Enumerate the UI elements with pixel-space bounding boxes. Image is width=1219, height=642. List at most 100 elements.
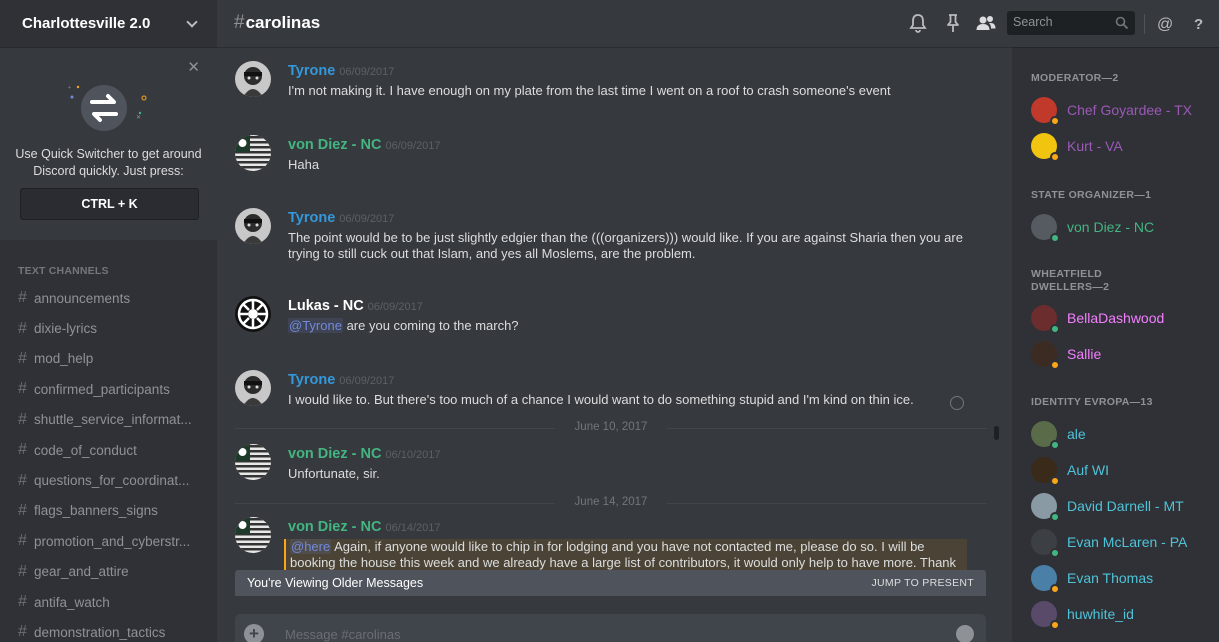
date-label: June 10, 2017 xyxy=(564,421,658,433)
channel-item-name: flags_banners_signs xyxy=(34,503,158,519)
member-avatar xyxy=(1031,305,1060,334)
member-item[interactable]: David Darnell - MT xyxy=(1031,491,1216,522)
channel-item[interactable]: # shuttle_service_informat... xyxy=(10,405,210,435)
member-name: Chef Goyardee - TX xyxy=(1067,102,1193,118)
message-author[interactable]: von Diez - NC xyxy=(288,446,381,462)
member-item[interactable]: Chef Goyardee - TX xyxy=(1031,95,1216,126)
status-indicator xyxy=(1050,584,1060,594)
channel-item[interactable]: # announcements xyxy=(10,283,210,313)
avatar[interactable] xyxy=(235,61,271,97)
mention[interactable]: @Tyrone xyxy=(288,318,343,333)
message-content: The point would be to be just slightly e… xyxy=(288,230,978,261)
help-icon[interactable]: ? xyxy=(1188,12,1210,34)
member-item[interactable]: Evan McLaren - PA xyxy=(1031,527,1216,558)
hash-icon: # xyxy=(234,12,245,33)
server-header[interactable]: Charlottesville 2.0 xyxy=(0,0,217,47)
channel-item-name: code_of_conduct xyxy=(34,442,137,458)
chevron-down-icon[interactable] xyxy=(185,17,199,31)
channel-item[interactable]: # antifa_watch xyxy=(10,587,210,617)
header-divider xyxy=(1144,14,1145,34)
message-timestamp: 06/09/2017 xyxy=(339,375,395,387)
message-author[interactable]: Tyrone xyxy=(288,372,335,388)
member-item[interactable]: Evan Thomas xyxy=(1031,563,1216,594)
date-divider: June 10, 2017 xyxy=(235,421,987,435)
bell-icon[interactable] xyxy=(907,12,929,34)
add-attachment-icon[interactable]: + xyxy=(244,624,264,642)
member-item[interactable]: BellaDashwood xyxy=(1031,303,1216,334)
members-icon[interactable] xyxy=(975,12,997,34)
svg-text:@: @ xyxy=(1157,16,1173,33)
member-name: huwhite_id xyxy=(1067,606,1134,622)
channel-list: # announcements # dixie-lyrics # mod_help # con… xyxy=(10,283,210,642)
member-item[interactable]: Kurt - VA xyxy=(1031,131,1216,162)
member-name: David Darnell - MT xyxy=(1067,498,1184,514)
channel-item[interactable]: # code_of_conduct xyxy=(10,435,210,465)
status-indicator xyxy=(1050,116,1060,126)
message-input[interactable]: Message #carolinas xyxy=(285,627,401,642)
search-placeholder: Search xyxy=(1013,15,1053,29)
message-scrollbar[interactable] xyxy=(991,50,999,570)
channel-item[interactable]: # dixie-lyrics xyxy=(10,313,210,343)
message-author[interactable]: Lukas - NC xyxy=(288,298,364,314)
channel-item[interactable]: # promotion_and_cyberstr... xyxy=(10,526,210,556)
channel-item[interactable]: # questions_for_coordinat... xyxy=(10,465,210,495)
channel-item-name: questions_for_coordinat... xyxy=(34,473,190,489)
channel-item[interactable]: # flags_banners_signs xyxy=(10,496,210,526)
member-avatar xyxy=(1031,341,1060,370)
svg-text:+: + xyxy=(68,85,71,91)
jump-to-present-button[interactable]: JUMP TO PRESENT xyxy=(871,577,974,589)
message-author[interactable]: von Diez - NC xyxy=(288,137,381,153)
channel-item[interactable]: # mod_help xyxy=(10,344,210,374)
message-text: Again, if anyone would like to chip in f… xyxy=(290,539,957,572)
date-divider-text: June 10, 2017 xyxy=(235,421,987,433)
pin-icon[interactable] xyxy=(942,12,964,34)
message-content: I'm not making it. I have enough on my p… xyxy=(288,83,978,99)
member-item[interactable]: huwhite_id xyxy=(1031,599,1216,630)
search-input[interactable]: Search xyxy=(1007,11,1135,35)
member-item[interactable]: Sallie xyxy=(1031,339,1216,370)
status-indicator xyxy=(1050,476,1060,486)
role-header: STATE ORGANIZER—1 xyxy=(1031,189,1152,201)
member-avatar xyxy=(1031,457,1060,486)
member-name: Kurt - VA xyxy=(1067,138,1123,154)
message-text: The point would be to be just slightly e… xyxy=(288,230,963,261)
member-item[interactable]: ale xyxy=(1031,419,1216,450)
role-header: IDENTITY EVROPA—13 xyxy=(1031,396,1153,408)
channel-item-name: mod_help xyxy=(34,351,94,367)
svg-text:✕: ✕ xyxy=(136,115,141,121)
add-reaction-icon[interactable] xyxy=(950,396,964,410)
hash-icon: # xyxy=(18,562,27,580)
avatar[interactable] xyxy=(235,370,271,406)
channel-item[interactable]: # demonstration_tactics xyxy=(10,617,210,642)
scroll-thumb[interactable] xyxy=(994,426,999,440)
avatar[interactable] xyxy=(235,517,271,553)
message-author[interactable]: Tyrone xyxy=(288,63,335,79)
member-name: ale xyxy=(1067,426,1086,442)
member-item[interactable]: Auf WI xyxy=(1031,455,1216,486)
avatar[interactable] xyxy=(235,135,271,171)
member-avatar xyxy=(1031,601,1060,630)
message-header: von Diez - NC 06/10/2017 xyxy=(288,445,441,463)
close-icon[interactable]: ✕ xyxy=(187,60,200,75)
message-list: Tyrone 06/09/2017 I'm not making it. I hav… xyxy=(217,47,997,572)
member-item[interactable]: von Diez - NC xyxy=(1031,212,1216,243)
avatar[interactable] xyxy=(235,296,271,332)
channel-item[interactable]: # gear_and_attire xyxy=(10,557,210,587)
channel-item[interactable]: # confirmed_participants xyxy=(10,374,210,404)
role-header: WHEATFIELD DWELLERS—2 xyxy=(1031,268,1110,293)
emoji-icon[interactable] xyxy=(956,625,974,642)
message-author[interactable]: Tyrone xyxy=(288,210,335,226)
mention[interactable]: @here xyxy=(290,539,332,554)
hash-icon: # xyxy=(18,532,27,550)
hash-icon: # xyxy=(18,289,27,307)
quick-switcher-illustration: ✕ + xyxy=(68,85,147,131)
member-avatar xyxy=(1031,97,1060,126)
mention-icon[interactable]: @ xyxy=(1154,12,1176,34)
channel-item-name: antifa_watch xyxy=(34,594,110,610)
message-author[interactable]: von Diez - NC xyxy=(288,519,381,535)
avatar[interactable] xyxy=(235,208,271,244)
svg-text:?: ? xyxy=(1194,16,1203,33)
member-name: Evan McLaren - PA xyxy=(1067,534,1188,550)
avatar[interactable] xyxy=(235,444,271,480)
message-text: are you coming to the march? xyxy=(342,318,519,333)
